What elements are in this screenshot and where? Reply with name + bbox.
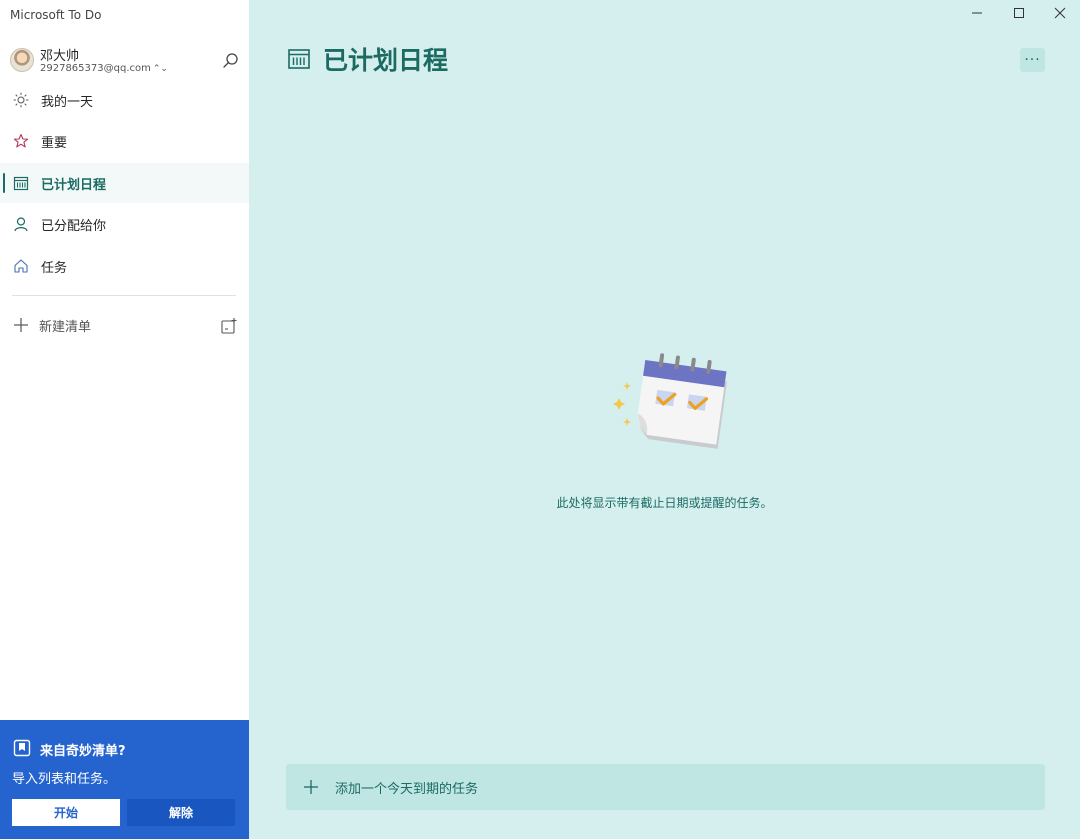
dismiss-button[interactable]: 解除 bbox=[127, 799, 235, 826]
close-icon bbox=[1054, 7, 1066, 19]
user-email-text: 2927865373@qq.com bbox=[40, 63, 151, 74]
app-title: Microsoft To Do bbox=[10, 8, 102, 22]
new-list-button[interactable]: 新建清单 bbox=[0, 309, 249, 341]
sidebar-item-label: 我的一天 bbox=[41, 94, 94, 110]
sidebar: Microsoft To Do 邓大帅 2927865373@qq.com ⌃⌄ … bbox=[0, 0, 249, 839]
plus-icon bbox=[303, 779, 319, 795]
new-group-button[interactable] bbox=[220, 317, 238, 335]
add-task-bar[interactable]: 添加一个今天到期的任务 bbox=[286, 764, 1045, 810]
home-icon bbox=[13, 258, 29, 274]
sidebar-item-important[interactable]: 重要 bbox=[0, 121, 249, 161]
search-icon bbox=[223, 53, 238, 68]
more-options-button[interactable]: ··· bbox=[1020, 48, 1045, 72]
calendar-icon bbox=[288, 49, 310, 69]
close-button[interactable] bbox=[1040, 2, 1080, 24]
profile[interactable]: 邓大帅 2927865373@qq.com ⌃⌄ bbox=[10, 44, 240, 78]
sidebar-item-label: 已计划日程 bbox=[41, 177, 107, 193]
empty-calendar-illustration bbox=[601, 352, 731, 462]
empty-state-message: 此处将显示带有截止日期或提醒的任务。 bbox=[556, 496, 773, 510]
sidebar-item-tasks[interactable]: 任务 bbox=[0, 246, 249, 286]
search-button[interactable] bbox=[220, 50, 242, 72]
minimize-icon bbox=[972, 12, 982, 14]
sidebar-item-label: 已分配给你 bbox=[41, 218, 107, 234]
user-email[interactable]: 2927865373@qq.com ⌃⌄ bbox=[40, 63, 168, 74]
sidebar-item-my-day[interactable]: 我的一天 bbox=[0, 80, 249, 120]
star-icon bbox=[13, 133, 29, 149]
maximize-button[interactable] bbox=[999, 2, 1039, 24]
calendar-icon bbox=[13, 175, 29, 191]
maximize-icon bbox=[1014, 8, 1024, 18]
chevron-updown-icon: ⌃⌄ bbox=[152, 64, 168, 74]
add-task-placeholder: 添加一个今天到期的任务 bbox=[335, 781, 479, 797]
main-panel: 已计划日程 ··· 此处将显示带有截止日期或提醒的任务。 添加一个今天到期的任务 bbox=[249, 0, 1080, 839]
more-icon: ··· bbox=[1024, 52, 1041, 68]
wunderlist-icon bbox=[13, 739, 31, 757]
promo-description: 导入列表和任务。 bbox=[12, 772, 117, 787]
person-icon bbox=[13, 216, 29, 232]
plus-icon bbox=[13, 317, 29, 333]
import-promo: 来自奇妙清单? 导入列表和任务。 开始 解除 bbox=[0, 720, 249, 839]
user-name: 邓大帅 bbox=[40, 49, 80, 64]
avatar[interactable] bbox=[10, 48, 34, 72]
sidebar-item-label: 任务 bbox=[41, 260, 68, 276]
page-header: 已计划日程 bbox=[287, 42, 448, 76]
sidebar-item-planned[interactable]: 已计划日程 bbox=[0, 163, 249, 203]
new-list-label: 新建清单 bbox=[39, 319, 92, 335]
minimize-button[interactable] bbox=[957, 2, 997, 24]
start-button[interactable]: 开始 bbox=[12, 799, 120, 826]
sidebar-item-label: 重要 bbox=[41, 135, 68, 151]
new-group-icon bbox=[221, 318, 237, 334]
promo-title: 来自奇妙清单? bbox=[40, 744, 126, 759]
sidebar-item-assigned[interactable]: 已分配给你 bbox=[0, 204, 249, 244]
page-title: 已计划日程 bbox=[323, 46, 449, 75]
sun-icon bbox=[13, 92, 29, 108]
sidebar-divider bbox=[12, 295, 236, 296]
